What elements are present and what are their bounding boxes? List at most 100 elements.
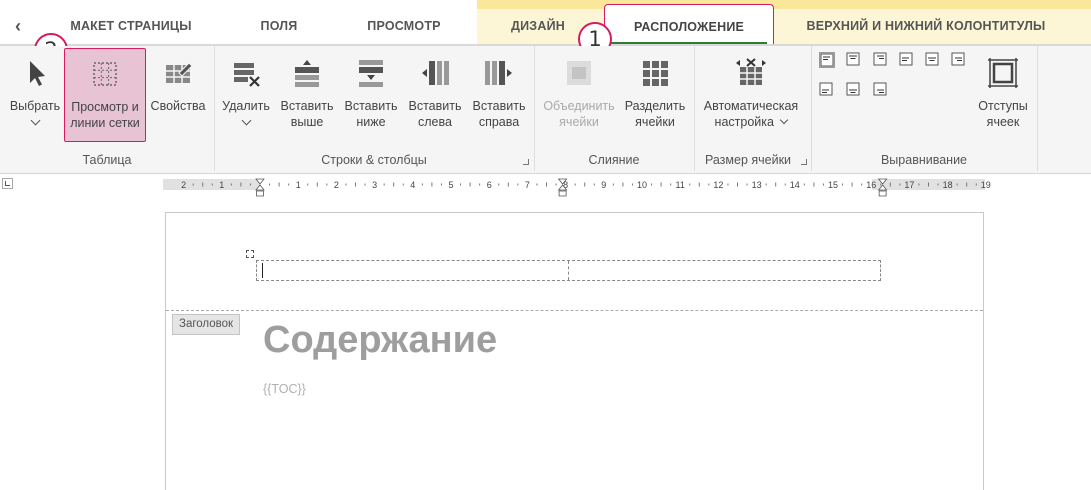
select-label: Выбрать	[9, 99, 61, 113]
tab-fields[interactable]: ПОЛЯ	[240, 0, 318, 45]
autofit-label-2: настройка	[698, 114, 804, 130]
delete-rows-icon	[234, 63, 260, 87]
ruler-number: 1	[219, 180, 224, 190]
insert-left-label-2: слева	[418, 115, 452, 129]
ruler-number: 6	[487, 180, 492, 190]
insert-above-label-2: выше	[290, 115, 324, 129]
gridlines-label-line2: линии сетки	[70, 116, 140, 130]
align-middle-center-button[interactable]	[925, 52, 941, 68]
cell-margins-icon	[988, 58, 1018, 88]
align-middle-right-button[interactable]	[951, 52, 967, 68]
toc-placeholder[interactable]: {{TOC}}	[263, 382, 306, 396]
right-indent-marker[interactable]	[877, 178, 888, 197]
insert-row-above-icon	[295, 60, 319, 87]
tab-header-footer[interactable]: ВЕРХНИЙ И НИЖНИЙ КОЛОНТИТУЛЫ	[790, 0, 1062, 45]
text-cursor	[262, 263, 263, 278]
properties-label: Свойства	[150, 99, 206, 113]
table-cell-divider	[568, 261, 569, 280]
tab-layout[interactable]: РАСПОЛОЖЕНИЕ	[604, 4, 774, 49]
table-properties-icon	[166, 62, 193, 83]
header-table[interactable]	[256, 260, 881, 281]
group-label-rows-columns: Строки & столбцы	[321, 153, 427, 167]
align-bottom-center-icon	[846, 82, 860, 96]
properties-button[interactable]: Свойства	[148, 56, 208, 114]
cursor-arrow-icon	[30, 61, 45, 86]
group-label-alignment: Выравнивание	[880, 153, 968, 167]
merge-label-1: Объединить	[543, 99, 615, 113]
table-move-handle-icon[interactable]	[246, 250, 254, 258]
split-label-2: ячейки	[635, 115, 675, 129]
gridlines-label-line1: Просмотр и	[71, 100, 139, 114]
ribbon-toolbar: Выбрать Просмотр и линии сетки Свойства …	[0, 46, 1091, 174]
ruler-number: 1	[296, 180, 301, 190]
group-separator	[1037, 46, 1038, 171]
insert-left-label-1: Вставить	[408, 99, 462, 113]
cell-margins-button[interactable]: Отступы ячеек	[972, 56, 1034, 130]
delete-label: Удалить	[222, 99, 270, 113]
gridlines-button[interactable]: Просмотр и линии сетки	[64, 48, 146, 142]
tab-page-layout[interactable]: МАКЕТ СТРАНИЦЫ	[48, 0, 214, 45]
ruler-number: 2	[181, 180, 186, 190]
rows-columns-launcher-icon[interactable]	[523, 159, 529, 165]
ruler-number: 12	[713, 180, 723, 190]
align-top-left-button[interactable]	[819, 52, 835, 68]
split-cells-button[interactable]: Разделить ячейки	[622, 56, 688, 130]
ribbon-tab-bar: ‹ МАКЕТ СТРАНИЦЫ ПОЛЯ ПРОСМОТР ДИЗАЙН РА…	[0, 0, 1091, 49]
autofit-icon	[736, 58, 766, 85]
align-top-center-button[interactable]	[846, 52, 862, 68]
header-boundary-line	[166, 310, 983, 311]
align-top-left-icon	[820, 53, 834, 67]
merge-label-2: ячейки	[559, 115, 599, 129]
align-bottom-left-icon	[819, 82, 833, 96]
cell-size-launcher-icon[interactable]	[801, 159, 807, 165]
chevron-down-icon	[30, 115, 40, 126]
group-label-table: Таблица	[82, 153, 132, 167]
align-middle-center-icon	[925, 52, 939, 66]
chevron-down-icon	[241, 115, 251, 126]
align-middle-left-button[interactable]	[899, 52, 915, 68]
ruler-number: 14	[790, 180, 800, 190]
group-label-merge: Слияние	[588, 153, 640, 167]
insert-below-button[interactable]: Вставить ниже	[340, 56, 402, 130]
select-button[interactable]: Выбрать	[6, 56, 64, 126]
align-middle-right-icon	[951, 52, 965, 66]
insert-above-button[interactable]: Вставить выше	[276, 56, 338, 130]
ruler-scale: 2 1 1 2 3 4 5 6 7 8 9 10 11 12 13 14 15 16 17 18 19	[181, 178, 991, 197]
tab-stop-selector[interactable]	[2, 178, 13, 189]
back-arrow-icon[interactable]: ‹	[8, 15, 28, 37]
tab-design[interactable]: ДИЗАЙН	[494, 0, 582, 45]
align-top-right-button[interactable]	[873, 52, 889, 68]
align-bottom-right-button[interactable]	[873, 82, 889, 98]
insert-left-button[interactable]: Вставить слева	[404, 56, 466, 130]
merge-cells-icon	[567, 61, 591, 85]
ruler-number: 13	[752, 180, 762, 190]
autofit-button[interactable]: Автоматическая настройка	[698, 56, 804, 130]
insert-right-button[interactable]: Вставить справа	[468, 56, 530, 130]
ruler-number: 5	[448, 180, 453, 190]
document-page[interactable]: Заголовок Содержание {{TOC}}	[165, 212, 984, 490]
tab-view[interactable]: ПРОСМОТР	[348, 0, 460, 45]
document-heading[interactable]: Содержание	[263, 319, 497, 362]
insert-column-left-icon	[422, 61, 449, 85]
insert-below-label-1: Вставить	[344, 99, 398, 113]
insert-right-label-1: Вставить	[472, 99, 526, 113]
align-middle-left-icon	[899, 52, 913, 66]
ruler-number: 3	[372, 180, 377, 190]
align-top-right-icon	[873, 52, 887, 66]
gridlines-icon	[93, 62, 117, 86]
ruler-number: 9	[601, 180, 606, 190]
delete-button[interactable]: Удалить	[218, 56, 274, 126]
insert-column-right-icon	[485, 61, 512, 85]
ruler-number: 10	[637, 180, 647, 190]
horizontal-ruler[interactable]: 2 1 1 2 3 4 5 6 7 8 9 10 11 12 13 14 15 16 17 18 19	[163, 178, 991, 197]
align-top-center-icon	[846, 52, 860, 66]
align-bottom-left-button[interactable]	[819, 82, 835, 98]
ruler-number: 4	[410, 180, 415, 190]
split-label-1: Разделить	[624, 99, 686, 113]
merge-cells-button[interactable]: Объединить ячейки	[540, 56, 618, 130]
insert-row-below-icon	[359, 60, 383, 87]
align-bottom-center-button[interactable]	[846, 82, 862, 98]
header-tag[interactable]: Заголовок	[172, 314, 241, 335]
ruler-number: 19	[981, 180, 991, 190]
ruler-number: 7	[525, 180, 530, 190]
